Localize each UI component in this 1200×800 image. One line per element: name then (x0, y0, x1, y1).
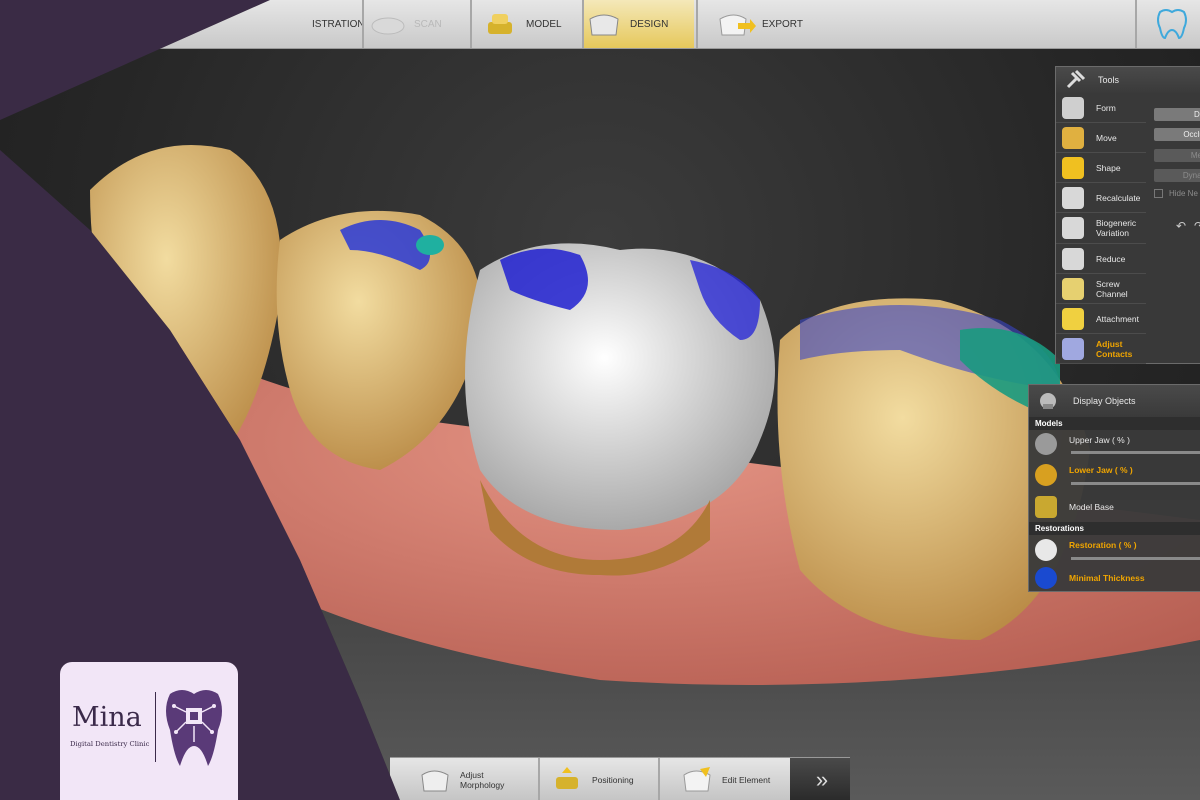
option-distal[interactable]: Distal (1154, 108, 1200, 121)
restoration-slider[interactable] (1071, 557, 1200, 560)
option-dynamic[interactable]: Dynamic (1154, 169, 1200, 182)
tools-icon (1066, 69, 1086, 89)
adjust-morphology-icon (421, 770, 449, 791)
tools-title: Tools (1098, 75, 1120, 85)
step-scan[interactable]: SCAN (368, 0, 468, 48)
hide-checkbox-label: Hide Ne (1169, 189, 1198, 198)
edit-element-label: Edit Element (722, 774, 771, 785)
brand-divider (155, 692, 156, 762)
lower-jaw-slider[interactable] (1071, 482, 1200, 485)
checkbox-icon (1154, 189, 1163, 198)
option-occlusal[interactable]: Occlusal (1154, 128, 1200, 141)
display-objects-panel: Display Objects Models Upper Jaw ( % ) L… (1028, 384, 1200, 592)
edit-element-icon (683, 766, 711, 791)
tool-shape[interactable]: Shape (1056, 153, 1146, 183)
scan-icon (368, 9, 408, 39)
upper-jaw-slider[interactable] (1071, 451, 1200, 454)
redo-icon[interactable]: ↷ (1194, 219, 1200, 233)
lower-jaw-label: Lower Jaw ( % ) (1069, 465, 1133, 475)
next-step-label: » (815, 766, 828, 792)
step-export-label: EXPORT (762, 18, 803, 30)
tools-panel-header: Tools (1056, 67, 1200, 93)
step-registration-label: ISTRATION (312, 18, 365, 30)
brand-name: Mina (72, 702, 142, 733)
next-step-button[interactable]: » (790, 758, 850, 800)
adjust-contacts-icon (1062, 337, 1084, 360)
models-section-header: Models (1029, 417, 1200, 430)
lower-jaw-icon (1035, 464, 1057, 486)
reduce-icon (1062, 247, 1084, 270)
step-adjust-morphology[interactable]: Adjust Morphology (418, 758, 538, 800)
minimal-thickness-label: Minimal Thickness (1069, 573, 1145, 583)
model-base-label: Model Base (1069, 502, 1114, 512)
sub-step-bar: Adjust Morphology Positioning Edit Eleme… (390, 757, 850, 800)
step-scan-label: SCAN (414, 18, 442, 30)
model-base-icon (1035, 496, 1057, 518)
workflow-bar: ISTRATION SCAN MODEL DESIGN EXPORT (0, 0, 1200, 49)
tool-attachment[interactable]: Attachment (1056, 304, 1146, 334)
form-icon (1062, 96, 1084, 119)
hide-checkbox[interactable]: Hide Ne (1154, 189, 1198, 198)
tool-screw-channel[interactable]: Screw Channel (1056, 274, 1146, 304)
step-design-label: DESIGN (630, 18, 669, 30)
display-objects-icon (1040, 393, 1056, 409)
step-edit-element[interactable]: Edit Element (680, 758, 790, 800)
tooth-logo-icon[interactable] (1152, 6, 1192, 42)
tools-panel: Tools Form Move Shape Recalculate Biogen… (1055, 66, 1200, 364)
step-export[interactable]: EXPORT (716, 0, 816, 48)
model-base-row[interactable]: Model Base (1029, 492, 1200, 522)
tool-reduce-label: Reduce (1096, 253, 1126, 264)
tool-recalculate-label: Recalculate (1096, 192, 1141, 203)
upper-jaw-icon (1035, 433, 1057, 455)
circuit-tooth-logo-icon (166, 690, 222, 766)
minimal-thickness-row[interactable]: Minimal Thickness (1029, 565, 1145, 591)
tool-biogeneric-variation[interactable]: Biogeneric Variation (1056, 213, 1146, 244)
export-icon (716, 9, 756, 39)
brand-subtitle: Digital Dentistry Clinic (70, 740, 150, 748)
brand-card: Mina Digital Dentistry Clinic (60, 662, 238, 800)
step-model[interactable]: MODEL (480, 0, 580, 48)
upper-jaw-row[interactable]: Upper Jaw ( % ) (1029, 430, 1200, 458)
adjust-morphology-label: Adjust Morphology (460, 769, 505, 790)
step-positioning[interactable]: Positioning (550, 758, 660, 800)
restorations-section-header: Restorations (1029, 522, 1200, 535)
tool-shape-label: Shape (1096, 162, 1121, 173)
tool-adjust-contacts[interactable]: Adjust Contacts (1056, 334, 1146, 364)
recalculate-icon (1062, 186, 1084, 209)
step-design[interactable]: DESIGN (584, 0, 694, 48)
option-mesial[interactable]: Mesial (1154, 149, 1200, 162)
move-icon (1062, 126, 1084, 149)
screw-channel-icon (1062, 277, 1084, 300)
restoration-label: Restoration ( % ) (1069, 540, 1137, 550)
tool-move[interactable]: Move (1056, 123, 1146, 153)
biogeneric-icon (1062, 217, 1084, 239)
lower-jaw-row[interactable]: Lower Jaw ( % ) (1029, 458, 1200, 492)
model-icon (480, 9, 520, 39)
display-objects-title: Display Objects (1073, 396, 1136, 406)
design-icon (584, 9, 624, 39)
tool-reduce[interactable]: Reduce (1056, 244, 1146, 274)
shape-icon (1062, 156, 1084, 179)
attachment-icon (1062, 307, 1084, 330)
tool-biogeneric-label: Biogeneric Variation (1096, 218, 1137, 238)
tool-form[interactable]: Form (1056, 93, 1146, 123)
step-registration[interactable]: ISTRATION (270, 0, 365, 48)
positioning-icon (556, 766, 578, 789)
display-objects-header: Display Objects (1029, 385, 1200, 417)
step-model-label: MODEL (526, 18, 562, 30)
tool-form-label: Form (1096, 102, 1116, 113)
minimal-thickness-icon (1035, 567, 1057, 589)
tool-attachment-label: Attachment (1096, 313, 1139, 324)
restoration-icon (1035, 539, 1057, 561)
tool-screw-channel-label: Screw Channel (1096, 278, 1128, 299)
tool-move-label: Move (1096, 132, 1117, 143)
positioning-label: Positioning (592, 774, 634, 785)
tool-adjust-contacts-label: Adjust Contacts (1096, 338, 1133, 359)
tool-recalculate[interactable]: Recalculate (1056, 183, 1146, 213)
undo-icon[interactable]: ↶ (1176, 219, 1186, 233)
restoration-row[interactable]: Restoration ( % ) (1029, 535, 1200, 565)
upper-jaw-label: Upper Jaw ( % ) (1069, 435, 1130, 445)
